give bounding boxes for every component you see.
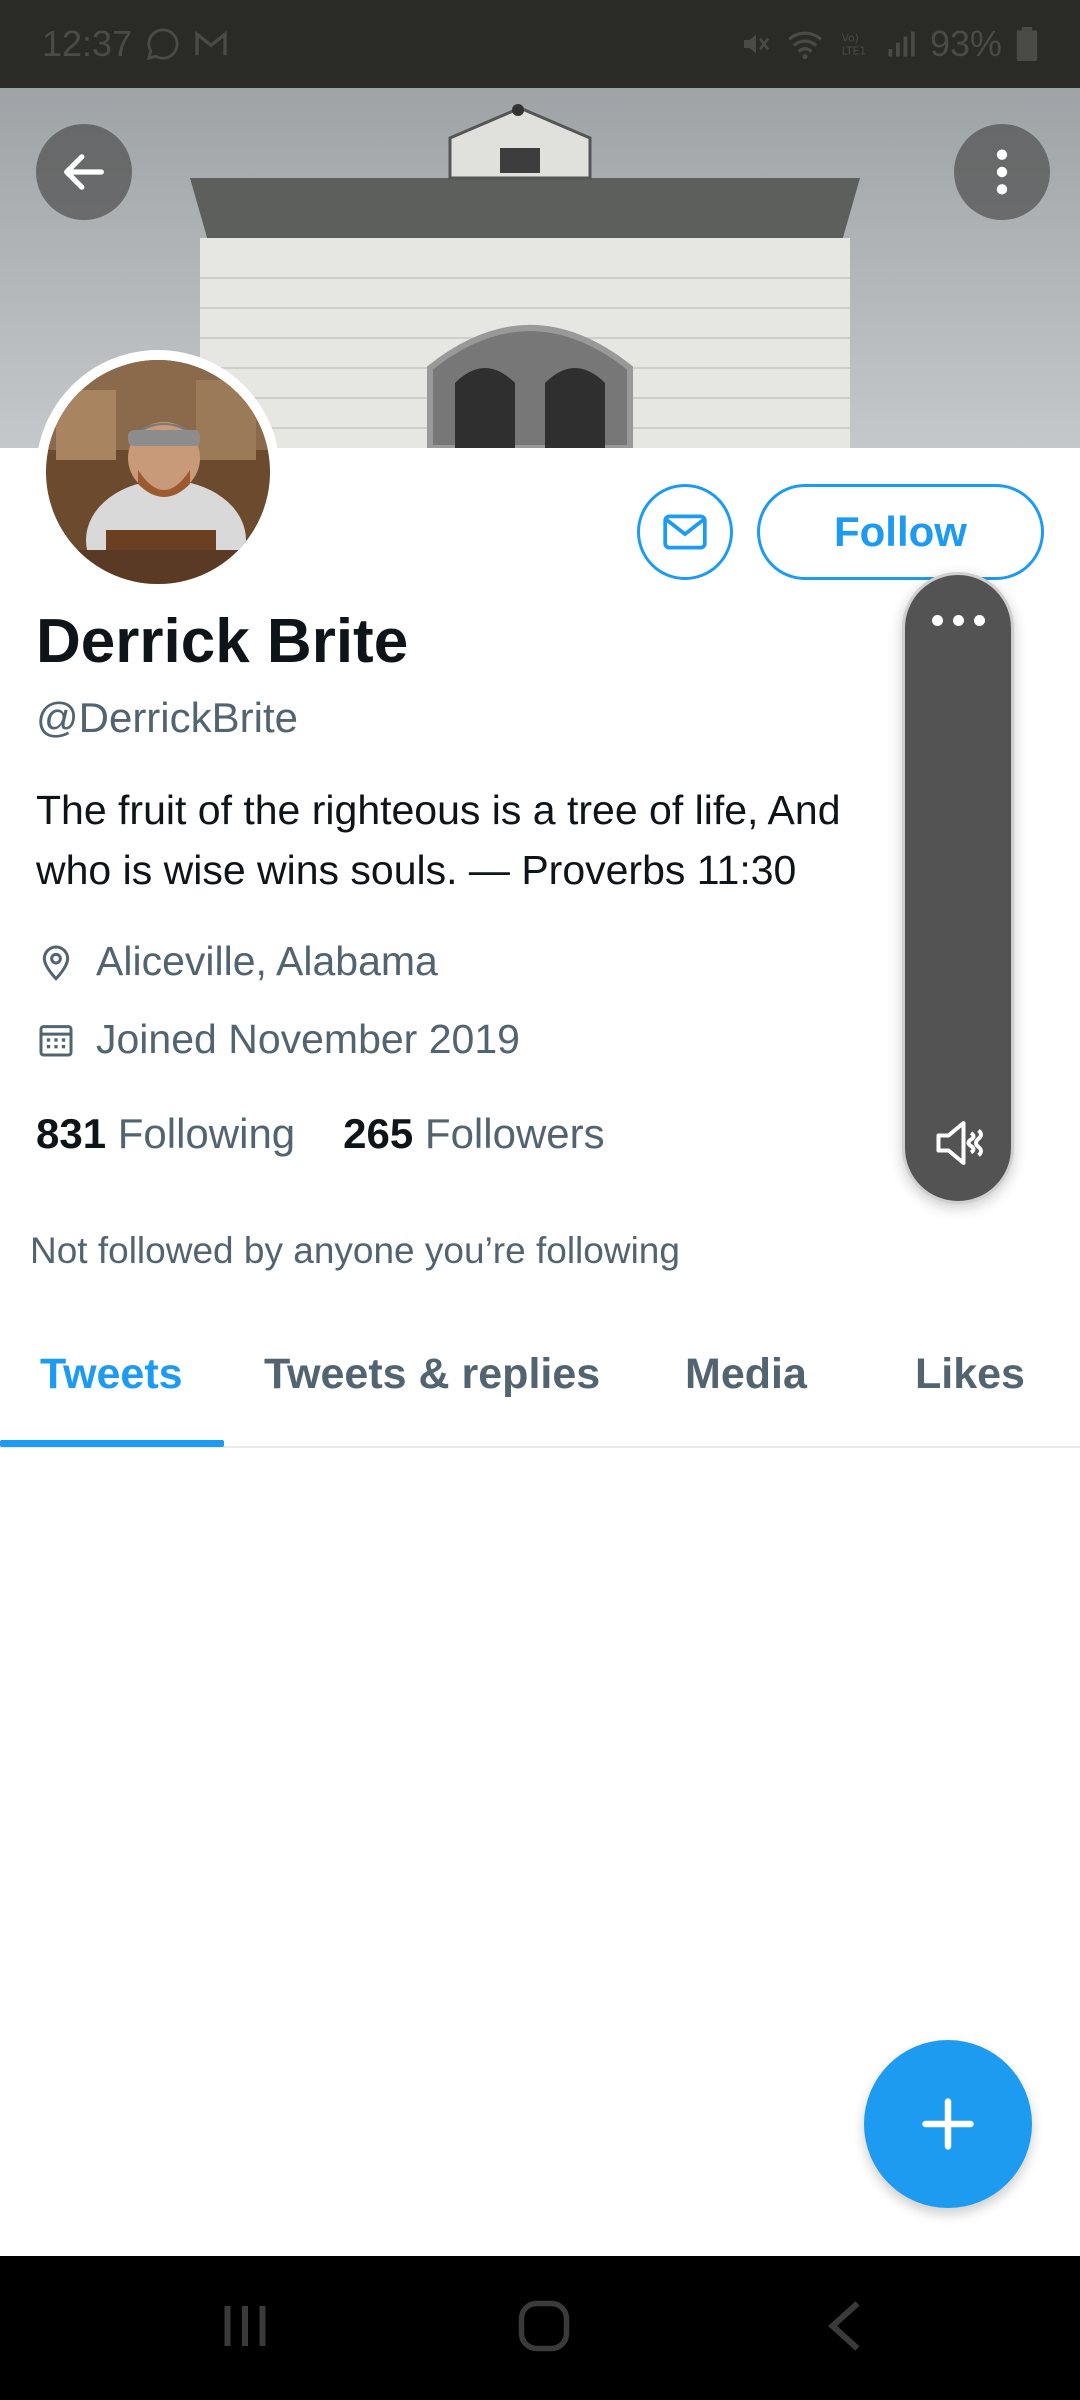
profile-stats: 831 Following 265 Followers — [36, 1110, 605, 1158]
home-icon[interactable] — [514, 2296, 574, 2356]
profile-name: Derrick Brite — [36, 607, 409, 676]
profile-handle: @DerrickBrite — [36, 694, 298, 741]
following-label: Following — [117, 1110, 296, 1157]
signal-icon — [888, 31, 915, 57]
gmail-icon — [195, 30, 227, 56]
panel-more-icon[interactable] — [905, 615, 1011, 626]
back-nav-icon[interactable] — [820, 2296, 870, 2356]
mute-status-icon — [743, 34, 770, 54]
not-followed-notice: Not followed by anyone you’re following — [30, 1230, 680, 1271]
joined-text: Joined November 2019 — [96, 1016, 520, 1062]
profile-tabs: Tweets Tweets & replies Media Likes — [0, 1300, 1080, 1448]
tab-tweets[interactable]: Tweets — [40, 1350, 183, 1399]
followers-count: 265 — [343, 1110, 414, 1157]
follow-button[interactable]: Follow — [757, 484, 1044, 580]
location-pin-icon — [42, 945, 70, 981]
wifi-icon — [788, 31, 822, 60]
avatar-image — [46, 360, 270, 584]
location-text: Aliceville, Alabama — [96, 938, 438, 984]
bio-line: who is wise wins souls. — Proverbs 11:30 — [36, 847, 797, 893]
compose-button[interactable] — [864, 2040, 1032, 2208]
battery-icon — [1016, 27, 1038, 61]
following-count: 831 — [36, 1110, 107, 1157]
calendar-icon — [39, 1024, 73, 1056]
active-tab-indicator — [0, 1440, 224, 1447]
back-button[interactable] — [36, 124, 132, 220]
more-options-button[interactable] — [954, 124, 1050, 220]
status-bar: 12:37 Vo) LTE1 93% — [0, 0, 1080, 88]
bio-line: The fruit of the righteous is a tree of … — [36, 787, 841, 833]
battery-percent: 93% — [929, 23, 1002, 64]
system-nav-bar — [0, 2256, 1080, 2400]
more-vertical-icon — [996, 149, 1008, 195]
status-time: 12:37 — [42, 23, 133, 64]
avatar[interactable] — [36, 350, 280, 594]
svg-text:LTE1: LTE1 — [842, 45, 867, 58]
plus-icon — [922, 2098, 974, 2150]
tab-tweets-replies[interactable]: Tweets & replies — [264, 1350, 600, 1399]
profile-bio: The fruit of the righteous is a tree of … — [36, 780, 936, 900]
envelope-icon — [663, 514, 707, 550]
tab-media[interactable]: Media — [685, 1350, 807, 1399]
volume-mute-icon[interactable] — [931, 1113, 991, 1173]
arrow-left-icon — [64, 154, 104, 190]
joined-row: Joined November 2019 — [36, 1016, 520, 1063]
svg-text:Vo): Vo) — [842, 31, 859, 44]
volume-panel[interactable] — [902, 572, 1014, 1204]
followers-stat[interactable]: 265 Followers — [343, 1110, 604, 1158]
tab-likes[interactable]: Likes — [915, 1350, 1025, 1399]
following-stat[interactable]: 831 Following — [36, 1110, 295, 1158]
app-root: 12:37 Vo) LTE1 93% Follow Derrick Brite … — [0, 0, 1080, 2400]
message-button[interactable] — [637, 484, 733, 580]
location-row: Aliceville, Alabama — [36, 938, 438, 985]
followers-label: Followers — [424, 1110, 605, 1157]
recent-apps-icon[interactable] — [220, 2296, 270, 2356]
whatsapp-icon — [146, 28, 179, 61]
volte-icon: Vo)LTE1 — [842, 31, 867, 58]
